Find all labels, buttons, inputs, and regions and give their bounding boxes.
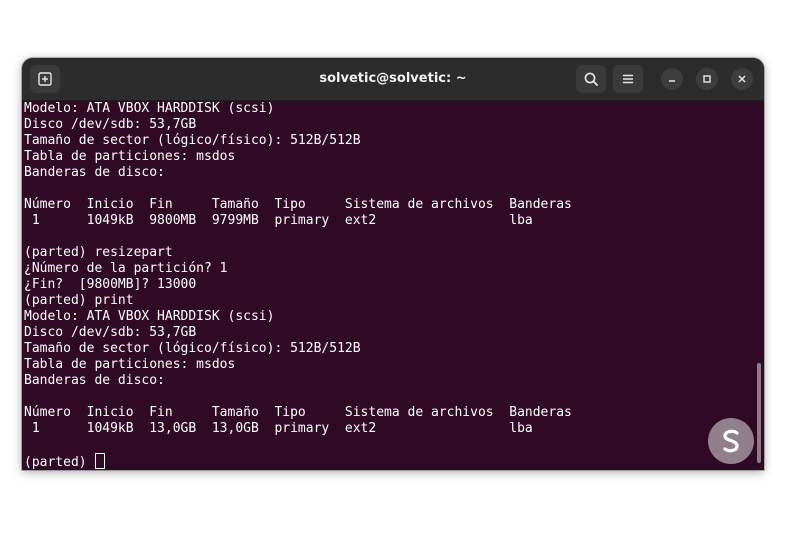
terminal-line: (parted) print — [24, 293, 134, 308]
minimize-icon — [669, 80, 675, 82]
terminal-line: ¿Fin? [9800MB]? 13000 — [24, 277, 197, 292]
terminal-line: Disco /dev/sdb: 53,7GB — [24, 325, 197, 340]
terminal-line: (parted) resizepart — [24, 245, 173, 260]
close-button[interactable] — [731, 68, 753, 90]
terminal-line: Tabla de particiones: msdos — [24, 357, 236, 372]
search-icon — [584, 72, 598, 86]
terminal-line: Modelo: ATA VBOX HARDDISK (scsi) — [24, 309, 275, 324]
terminal-line: 1 1049kB 9800MB 9799MB primary ext2 lba — [24, 213, 533, 228]
window-title: solvetic@solvetic: ~ — [319, 71, 467, 86]
text-cursor — [95, 453, 106, 469]
maximize-button[interactable] — [696, 68, 718, 90]
new-tab-icon — [38, 72, 52, 86]
title-bar: solvetic@solvetic: ~ — [22, 58, 764, 101]
terminal-line: Tamaño de sector (lógico/físico): 512B/5… — [24, 341, 361, 356]
minimize-button[interactable] — [661, 68, 683, 90]
terminal-line: Modelo: ATA VBOX HARDDISK (scsi) — [24, 101, 275, 116]
vertical-scrollbar[interactable] — [757, 363, 761, 463]
terminal-line: Tabla de particiones: msdos — [24, 149, 236, 164]
terminal-line: Banderas de disco: — [24, 165, 165, 180]
terminal-line: Disco /dev/sdb: 53,7GB — [24, 117, 197, 132]
hamburger-menu-icon — [623, 74, 633, 84]
terminal-prompt-line[interactable]: (parted) — [24, 453, 750, 470]
terminal-window: solvetic@solvetic: ~ Modelo: ATA VBOX HA… — [22, 58, 764, 470]
terminal-line: Banderas de disco: — [24, 373, 165, 388]
prompt-text: (parted) — [24, 455, 95, 470]
maximize-icon — [703, 75, 711, 83]
terminal-line: 1 1049kB 13,0GB 13,0GB primary ext2 lba — [24, 421, 533, 436]
terminal-output[interactable]: Modelo: ATA VBOX HARDDISK (scsi) Disco /… — [24, 101, 750, 470]
terminal-line: Número Inicio Fin Tamaño Tipo Sistema de… — [24, 197, 572, 212]
new-tab-button[interactable] — [30, 65, 60, 93]
solvetic-watermark — [708, 418, 754, 464]
terminal-line: Tamaño de sector (lógico/físico): 512B/5… — [24, 133, 361, 148]
terminal-line: ¿Número de la partición? 1 — [24, 261, 228, 276]
menu-button[interactable] — [613, 65, 643, 93]
search-button[interactable] — [576, 65, 606, 93]
close-icon — [738, 75, 746, 83]
terminal-line: Número Inicio Fin Tamaño Tipo Sistema de… — [24, 405, 572, 420]
solvetic-logo-icon — [723, 429, 739, 453]
